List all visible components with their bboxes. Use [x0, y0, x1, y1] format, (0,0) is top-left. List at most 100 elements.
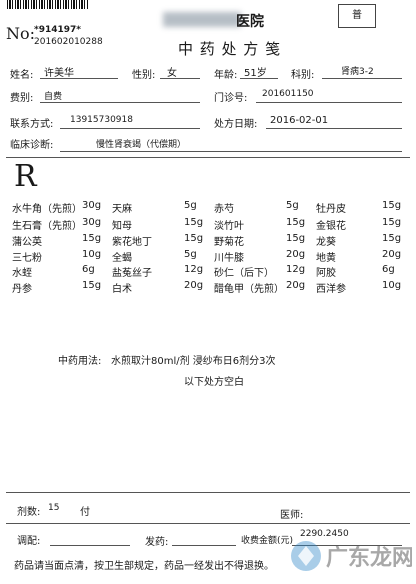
doctor-label: 医师:: [280, 510, 304, 521]
medicine-dose: 6g: [382, 264, 395, 275]
date-label: 处方日期:: [214, 119, 258, 130]
watermark-logo: 广东龙网: [291, 541, 412, 571]
medicine-name: 金银花: [316, 221, 346, 232]
prescription-date: 2016-02-01: [270, 115, 329, 126]
medicine-name: 天麻: [112, 204, 132, 215]
hospital-suffix: 医院: [236, 14, 264, 30]
medicine-dose: 20g: [382, 249, 402, 260]
clinic-no-label: 门诊号:: [214, 93, 248, 104]
sex-label: 性别:: [132, 70, 156, 81]
underline: [40, 78, 118, 79]
medicine-dose: 15g: [286, 233, 306, 244]
diagnosis-label: 临床诊断:: [10, 140, 54, 151]
medicine-dose: 15g: [184, 233, 204, 244]
header-divider: [6, 157, 410, 158]
blank-note: 以下处方空白: [184, 377, 244, 388]
medicine-name: 川牛膝: [214, 253, 244, 264]
medicine-dose: 15g: [82, 233, 102, 244]
medicine-name: 生石膏（先煎）: [12, 221, 82, 232]
medicine-name: 水蛭: [12, 268, 32, 279]
medicine-name: 阿胶: [316, 268, 336, 279]
dose-unit: 付: [80, 507, 90, 518]
fee-type: 自费: [44, 92, 63, 102]
rx-symbol: R: [14, 159, 37, 194]
medicine-name: 牡丹皮: [316, 204, 346, 215]
diagnosis: 慢性肾衰竭（代偿期）: [96, 140, 187, 150]
serial-number: 201602010288: [34, 37, 103, 47]
medicine-name: 砂仁（后下）: [214, 268, 274, 279]
underline: [40, 102, 200, 103]
medicine-dose: 6g: [82, 264, 95, 275]
no-label: No:: [6, 24, 36, 43]
medicine-name: 地黄: [316, 253, 336, 264]
issue-label: 发药:: [145, 537, 169, 548]
medicine-name: 醋龟甲（先煎）: [214, 284, 284, 295]
medicine-dose: 5g: [184, 249, 197, 260]
medicine-dose: 15g: [382, 200, 402, 211]
hospital-name-blurred: [163, 12, 241, 27]
underline: [60, 151, 402, 152]
medicine-dose: 15g: [184, 217, 204, 228]
medicine-name: 三七粉: [12, 253, 42, 264]
medicine-dose: 30g: [82, 217, 102, 228]
phone-label: 联系方式:: [10, 119, 54, 130]
svg-text:广东龙网: 广东龙网: [326, 545, 412, 571]
barcode: [7, 0, 89, 9]
age-label: 年龄:: [214, 70, 238, 81]
medicine-dose: 20g: [184, 280, 204, 291]
medicine-dose: 30g: [82, 200, 102, 211]
underline: [60, 128, 200, 129]
underline: [172, 545, 236, 546]
medicine-name: 盐菟丝子: [112, 268, 152, 279]
doses-label: 剂数:: [17, 507, 41, 518]
medicine-dose: 5g: [184, 200, 197, 211]
medicine-dose: 15g: [286, 217, 306, 228]
fee-label: 费别:: [10, 93, 34, 104]
patient-sex: 女: [167, 68, 177, 79]
dispensing-notice: 药品请当面点清，按卫生部规定，药品一经发出不得退换。: [14, 561, 274, 572]
page-title: 中 药 处 方 笺: [178, 40, 282, 58]
dose-count: 15: [48, 503, 60, 513]
medicine-dose: 5g: [286, 200, 299, 211]
underline: [322, 78, 402, 79]
medicine-dose: 15g: [382, 233, 402, 244]
medicine-name: 蒲公英: [12, 237, 42, 248]
medicine-name: 紫花地丁: [112, 237, 152, 248]
medicine-name: 龙葵: [316, 237, 336, 248]
prescription-number: *914197*: [34, 25, 81, 35]
patient-age: 51岁: [244, 68, 267, 79]
underline: [50, 545, 130, 546]
name-label: 姓名:: [10, 70, 34, 81]
underline: [160, 78, 200, 79]
medicine-name: 淡竹叶: [214, 221, 244, 232]
medicine-name: 水牛角（先煎）: [12, 204, 82, 215]
footer-divider: [6, 523, 410, 524]
medicine-dose: 12g: [184, 264, 204, 275]
footer-divider: [6, 492, 410, 493]
patient-name: 许美华: [44, 68, 74, 79]
dept-label: 科别:: [291, 70, 315, 81]
patient-dept: 肾病3-2: [341, 67, 374, 77]
medicine-dose: 10g: [382, 280, 402, 291]
medicine-name: 白术: [112, 284, 132, 295]
medicine-dose: 12g: [286, 264, 306, 275]
medicine-dose: 15g: [382, 217, 402, 228]
medicine-dose: 20g: [286, 280, 306, 291]
medicine-dose: 10g: [82, 249, 102, 260]
medicine-name: 知母: [112, 221, 132, 232]
medicine-dose: 15g: [82, 280, 102, 291]
underline: [266, 128, 402, 129]
category-badge: 普: [338, 4, 376, 28]
clinic-number: 201601150: [262, 89, 314, 99]
medicine-name: 西洋参: [316, 284, 346, 295]
medicine-name: 丹参: [12, 284, 32, 295]
underline: [240, 78, 278, 79]
medicine-name: 赤芍: [214, 204, 234, 215]
usage-instructions: 水煎取汁80ml/剂 浸纱布日6剂分3次: [111, 356, 276, 367]
medicine-name: 野菊花: [214, 237, 244, 248]
contact-phone: 13915730918: [70, 115, 133, 125]
medicine-name: 全蝎: [112, 253, 132, 264]
dispense-label: 调配:: [17, 536, 41, 547]
medicine-dose: 20g: [286, 249, 306, 260]
usage-label: 中药用法:: [58, 356, 102, 367]
